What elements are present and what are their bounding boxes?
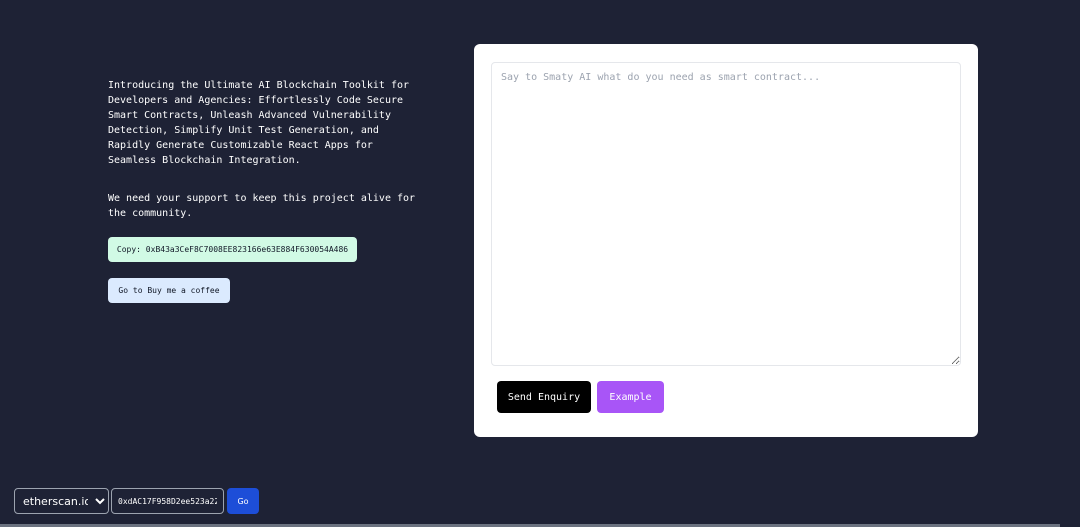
example-button[interactable]: Example (597, 381, 664, 413)
support-message: We need your support to keep this projec… (108, 193, 416, 219)
copy-address-button[interactable]: Copy: 0xB43a3CeF8C7008EE823166e63E884F63… (108, 237, 357, 262)
go-button[interactable]: Go (227, 488, 259, 514)
send-enquiry-button[interactable]: Send Enquiry (497, 381, 591, 413)
enquiry-card: Send Enquiry Example (474, 44, 978, 437)
contract-address-input[interactable] (111, 488, 224, 514)
intro-section: Introducing the Ultimate AI Blockchain T… (108, 78, 420, 221)
explorer-select[interactable]: etherscan.io (14, 488, 109, 514)
buy-me-a-coffee-button[interactable]: Go to Buy me a coffee (108, 278, 230, 303)
enquiry-textarea[interactable] (491, 62, 961, 366)
intro-description: Introducing the Ultimate AI Blockchain T… (108, 80, 410, 166)
